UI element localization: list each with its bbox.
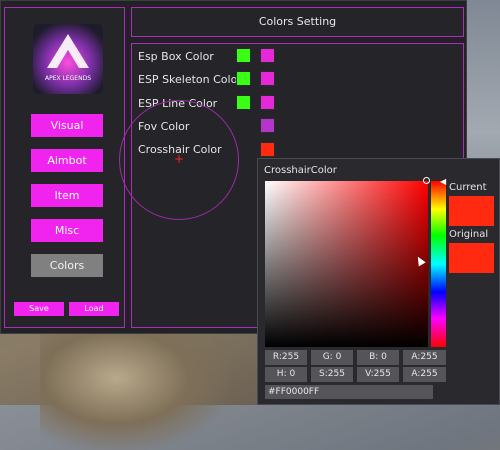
color-picker-title: CrosshairColor [264,165,337,176]
nav-visual-button[interactable]: Visual [31,114,103,137]
alpha-hsv-field[interactable]: A:255 [403,367,446,382]
crosshair-preview-icon: + [174,152,185,166]
esp-skeleton-invisible-swatch[interactable] [260,71,275,86]
nav-colors-button[interactable]: Colors [31,254,103,277]
fov-color-swatch[interactable] [260,118,275,133]
hue-slider[interactable] [431,181,446,347]
esp-box-invisible-swatch[interactable] [260,48,275,63]
alpha-field[interactable]: A:255 [403,350,446,365]
sidebar: APEX LEGENDS Visual Aimbot Item Misc Col… [4,7,125,328]
blue-field[interactable]: B: 0 [357,350,399,365]
nav-aimbot-button[interactable]: Aimbot [31,149,103,172]
saturation-value-cursor[interactable] [423,177,430,184]
color-picker-popup: CrosshairColor ◀ Current Original R:255 … [257,158,500,405]
saturation-field[interactable]: S:255 [311,367,353,382]
save-button[interactable]: Save [14,302,64,316]
green-field[interactable]: G: 0 [311,350,353,365]
saturation-value-square[interactable] [265,181,428,347]
hex-input[interactable]: #FF0000FF [265,385,433,399]
esp-line-invisible-swatch[interactable] [260,95,275,110]
esp-line-visible-swatch[interactable] [236,95,251,110]
original-color-label: Original [449,229,489,240]
original-color-preview[interactable] [449,243,494,273]
crosshair-color-swatch[interactable] [260,142,275,157]
red-field[interactable]: R:255 [265,350,307,365]
logo-text: APEX LEGENDS [45,75,91,82]
apex-logo: APEX LEGENDS [33,24,103,94]
esp-box-visible-swatch[interactable] [236,48,251,63]
current-color-preview [449,196,494,226]
esp-skeleton-visible-swatch[interactable] [236,71,251,86]
nav-misc-button[interactable]: Misc [31,219,103,242]
background-character [40,330,230,450]
apex-logo-icon: APEX LEGENDS [45,34,91,82]
page-title: Colors Setting [131,7,464,37]
esp-box-color-label: Esp Box Color [138,50,214,63]
hue-field[interactable]: H: 0 [265,367,307,382]
nav-item-button[interactable]: Item [31,184,103,207]
hue-slider-marker-icon[interactable]: ◀ [440,177,446,186]
current-color-label: Current [449,182,487,193]
load-button[interactable]: Load [69,302,119,316]
value-field[interactable]: V:255 [357,367,399,382]
esp-skeleton-color-label: ESP Skeleton Color [138,73,242,86]
